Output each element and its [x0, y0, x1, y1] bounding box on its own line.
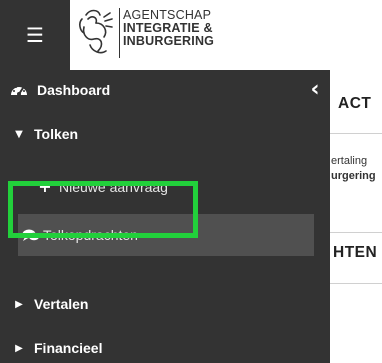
- sidebar-item-label: Tolkopdrachten: [43, 227, 138, 243]
- content-heading: HTEN: [333, 244, 378, 261]
- sidebar-item-label: Financieel: [34, 340, 103, 356]
- content-text-bold: urgering: [331, 170, 376, 182]
- logo-divider: [119, 8, 120, 58]
- content-divider: [330, 133, 382, 134]
- sidebar-item-dashboard[interactable]: Dashboard: [10, 82, 110, 98]
- sidebar-item-label: Tolken: [34, 126, 79, 142]
- lion-logo-icon: [79, 9, 113, 54]
- sidebar-item-tolken[interactable]: ▼ Tolken: [10, 126, 78, 142]
- caret-down-icon: ▼: [15, 128, 23, 140]
- plus-icon: +: [38, 177, 52, 196]
- chevron-left-icon[interactable]: ‹: [306, 79, 324, 101]
- top-bar: ☰ AGENTSCHAP INTEGRATIE & INBURGERING: [0, 0, 382, 70]
- content-text: ertaling: [331, 155, 368, 167]
- hamburger-menu-button[interactable]: ☰: [0, 0, 70, 70]
- sidebar-item-tolkopdrachten[interactable]: Tolkopdrachten: [18, 214, 314, 256]
- content-divider: [330, 283, 382, 284]
- content-divider: [330, 232, 382, 233]
- sidebar-item-label: Vertalen: [34, 296, 89, 312]
- content-heading: ACT: [338, 95, 372, 112]
- sidebar-item-vertalen[interactable]: ▶ Vertalen: [10, 296, 88, 312]
- agency-logo-text: AGENTSCHAP INTEGRATIE & INBURGERING: [123, 9, 214, 48]
- sidebar-item-label: Nieuwe aanvraag: [59, 178, 168, 195]
- caret-right-icon: ▶: [15, 298, 23, 310]
- sidebar-item-label: Dashboard: [37, 82, 111, 98]
- sidebar-item-financieel[interactable]: ▶ Financieel: [10, 340, 102, 356]
- hamburger-icon: ☰: [26, 23, 44, 47]
- logo-line-3: INBURGERING: [123, 34, 215, 48]
- comments-icon: [22, 229, 40, 242]
- sidebar-item-nieuwe-aanvraag[interactable]: + Nieuwe aanvraag: [37, 177, 168, 196]
- caret-right-icon: ▶: [15, 342, 23, 354]
- sidebar-menu: Dashboard ‹ ▼ Tolken + Nieuwe aanvraag T…: [0, 70, 330, 363]
- tachometer-icon: [11, 86, 27, 96]
